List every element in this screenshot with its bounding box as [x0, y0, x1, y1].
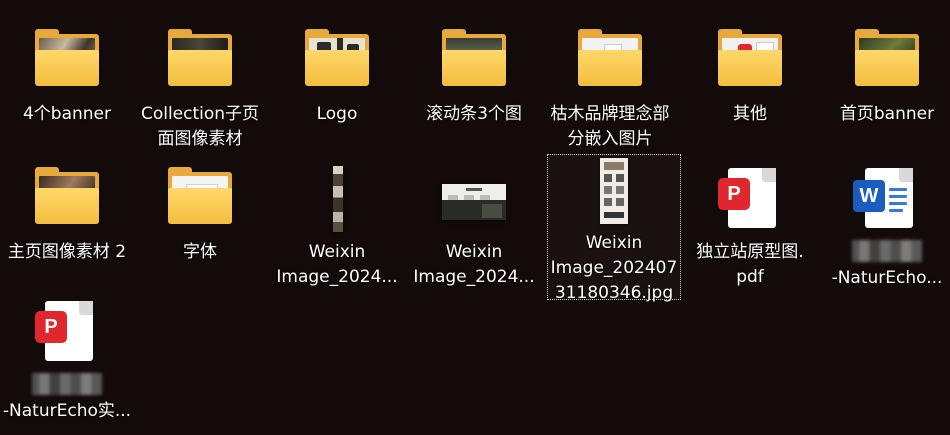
image-weixin-1[interactable]: Weixin Image_2024...: [270, 152, 404, 290]
redacted-text: [32, 373, 102, 395]
item-label: 其他: [733, 104, 767, 124]
image-thumbnail-icon: [578, 156, 650, 228]
folder-icon: [438, 26, 510, 98]
word-doc-icon: W: [851, 164, 923, 236]
item-label: -NaturEcho...: [820, 236, 950, 291]
item-label: 滚动条3个图: [426, 104, 522, 124]
item-label: 独立站原型图. pdf: [696, 242, 804, 287]
item-label: Weixin Image_202407 31180346.jpg: [550, 233, 678, 303]
folder-collection-assets[interactable]: Collection子页 面图像素材: [133, 14, 267, 152]
folder-icon: [851, 26, 923, 98]
item-label: 4个banner: [22, 104, 112, 124]
item-label: Collection子页 面图像素材: [140, 104, 260, 149]
folder-icon: [301, 26, 373, 98]
item-label: 字体: [183, 242, 217, 262]
folder-icon: [714, 26, 786, 98]
folder-icon: [574, 26, 646, 98]
pdf-icon: P: [31, 297, 103, 369]
folder-other[interactable]: 其他: [683, 14, 817, 127]
folder-4-banner[interactable]: 4个banner: [0, 14, 134, 127]
item-label: -NaturEcho实...: [0, 369, 134, 424]
pdf-prototype[interactable]: P 独立站原型图. pdf: [683, 152, 817, 290]
folder-icon: [31, 26, 103, 98]
folder-logo[interactable]: Logo: [270, 14, 404, 127]
item-label: 首页banner: [839, 104, 935, 124]
item-label: Weixin Image_2024...: [276, 242, 398, 287]
pdf-naturecho[interactable]: P -NaturEcho实...: [0, 285, 134, 424]
image-thumbnail-icon: [301, 164, 373, 236]
redacted-text: [852, 240, 922, 262]
image-weixin-2[interactable]: Weixin Image_2024...: [407, 152, 541, 290]
item-label: Weixin Image_2024...: [413, 242, 535, 287]
folder-brand-concept-images[interactable]: 枯木品牌理念部 分嵌入图片: [543, 14, 677, 152]
image-weixin-selected[interactable]: Weixin Image_202407 31180346.jpg: [547, 154, 681, 303]
item-label: 枯木品牌理念部 分嵌入图片: [550, 104, 670, 149]
folder-icon: [31, 164, 103, 236]
folder-scrollbar-images[interactable]: 滚动条3个图: [407, 14, 541, 127]
folder-icon: [164, 164, 236, 236]
desktop: 4个banner Collection子页 面图像素材 Logo 滚动条3个图 …: [0, 0, 950, 435]
image-thumbnail-icon: [438, 164, 510, 236]
pdf-icon: P: [714, 164, 786, 236]
item-label: 主页图像素材 2: [7, 242, 127, 262]
item-label: Logo: [316, 104, 358, 124]
folder-homepage-assets-2[interactable]: 主页图像素材 2: [0, 152, 134, 265]
folder-home-banner[interactable]: 首页banner: [820, 14, 950, 127]
folder-fonts[interactable]: 字体: [133, 152, 267, 265]
folder-icon: [164, 26, 236, 98]
word-naturecho[interactable]: W -NaturEcho...: [820, 152, 950, 291]
